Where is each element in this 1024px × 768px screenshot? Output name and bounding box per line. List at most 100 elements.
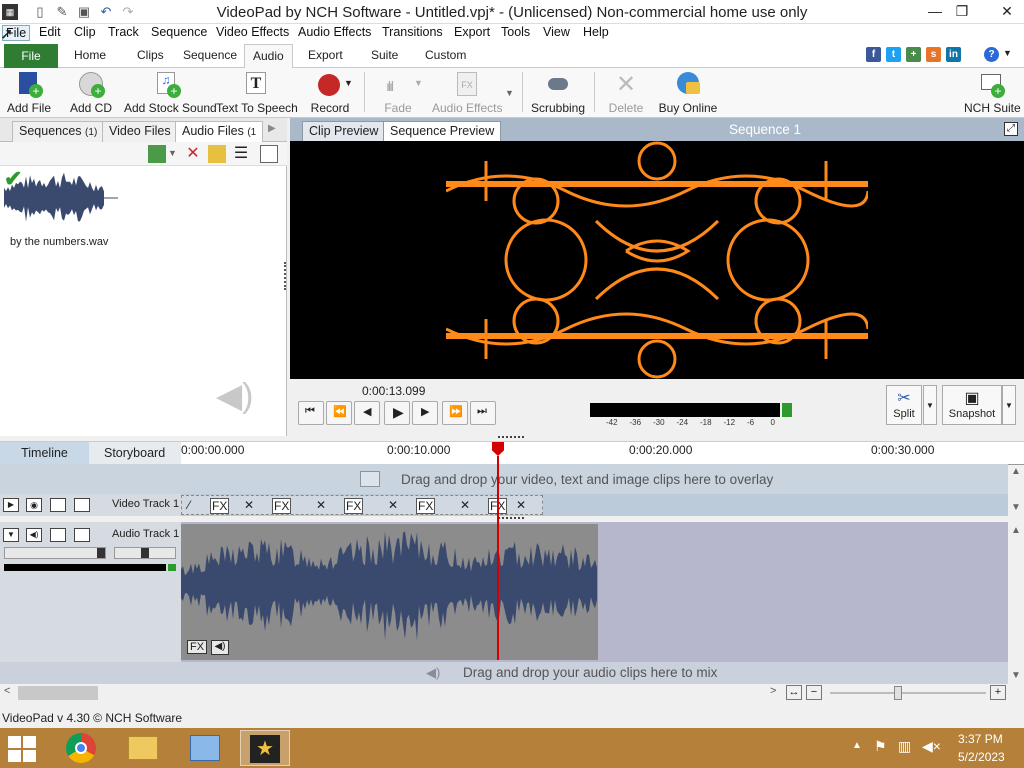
network-icon[interactable]: ▥ — [898, 738, 911, 755]
transition-icon[interactable]: ✕ — [388, 498, 398, 512]
track-splitter[interactable] — [498, 517, 524, 521]
tab-timeline[interactable]: Timeline — [0, 442, 89, 465]
fx-box[interactable]: FX — [416, 498, 436, 514]
import-icon[interactable] — [148, 145, 166, 163]
effects-icon[interactable] — [50, 528, 66, 542]
tab-sequence-preview[interactable]: Sequence Preview — [383, 121, 502, 141]
menu-sequence[interactable]: Sequence — [148, 25, 210, 39]
next-frame-button[interactable]: ⏩ — [442, 401, 468, 425]
clip-volume-icon[interactable]: ◀) — [211, 640, 229, 655]
add-file-button[interactable]: + Add File — [6, 70, 52, 115]
panel-splitter[interactable] — [284, 262, 288, 290]
volume-muted-icon[interactable]: ◀× — [922, 738, 941, 755]
import-dropdown-icon[interactable]: ▼ — [168, 148, 177, 158]
transition-icon[interactable]: ✕ — [244, 498, 254, 512]
menu-tools[interactable]: Tools — [498, 25, 533, 39]
zoom-out-icon[interactable]: − — [806, 685, 822, 700]
collapse-track-icon[interactable]: ▼ — [3, 528, 19, 542]
previous-frame-button[interactable]: ⏪ — [326, 401, 352, 425]
tab-audio-files[interactable]: Audio Files (1 — [175, 121, 264, 143]
clock-time[interactable]: 3:37 PM — [958, 732, 1003, 746]
new-folder-icon[interactable] — [208, 145, 226, 163]
audio-file-item[interactable]: ✔ by the numbers.wav — [4, 168, 124, 280]
tab-suite[interactable]: Suite — [371, 48, 398, 62]
help-dropdown-icon[interactable]: ▼ — [1003, 48, 1012, 58]
transition-icon[interactable]: ✕ — [516, 498, 526, 512]
menu-export[interactable]: Export — [451, 25, 493, 39]
fx-box[interactable]: FX — [344, 498, 364, 514]
volume-slider[interactable] — [4, 547, 106, 559]
videopad-taskbar-button[interactable]: ★ — [240, 730, 290, 766]
clip-fx-button[interactable]: FX — [187, 640, 208, 654]
fx-box[interactable]: FX — [210, 498, 230, 514]
google-plus-icon[interactable]: + — [906, 47, 921, 62]
menu-view[interactable]: View — [540, 25, 573, 39]
lock-icon[interactable] — [74, 528, 90, 542]
tab-export[interactable]: Export — [308, 48, 343, 62]
scroll-down-icon[interactable]: ▼ — [1011, 670, 1021, 681]
eye-icon[interactable]: ◉ — [26, 498, 42, 512]
text-to-speech-button[interactable]: T Text To Speech — [216, 70, 298, 115]
tab-clips[interactable]: Clips — [137, 48, 164, 62]
scroll-up-icon[interactable]: ▲ — [1011, 466, 1021, 477]
ribbon-file-tab[interactable]: File — [4, 44, 58, 68]
fade-button[interactable]: ılıl ▼ Fade — [376, 70, 423, 115]
pan-slider[interactable] — [114, 547, 176, 559]
file-explorer-taskbar-button[interactable] — [120, 730, 166, 766]
transition-icon[interactable]: ✕ — [316, 498, 326, 512]
tab-storyboard[interactable]: Storyboard — [92, 442, 177, 465]
scroll-down-icon[interactable]: ▼ — [1011, 502, 1021, 513]
overlay-track[interactable]: Drag and drop your video, text and image… — [0, 464, 1008, 494]
menu-help[interactable]: Help — [580, 25, 612, 39]
split-button[interactable]: ✂ Split — [886, 385, 922, 425]
action-center-icon[interactable]: ⚑ — [874, 738, 887, 755]
expand-track-icon[interactable]: ▶ — [3, 498, 19, 512]
audio-clip[interactable]: FX ◀) — [181, 524, 598, 660]
snapshot-button[interactable]: ▣ Snapshot — [942, 385, 1002, 425]
transition-icon[interactable]: ✕ — [460, 498, 470, 512]
timeline-ruler[interactable]: 0:00:00.000 0:00:10.000 0:00:20.000 0:00… — [181, 442, 1024, 465]
effects-icon[interactable] — [50, 498, 66, 512]
audio-effects-button[interactable]: FX Audio Effects — [432, 70, 503, 115]
pan-slider-thumb[interactable] — [141, 548, 149, 558]
buy-online-button[interactable]: Buy Online — [658, 70, 718, 115]
menu-audio-effects[interactable]: Audio Effects — [295, 25, 374, 39]
remove-icon[interactable]: ✕ — [184, 145, 202, 163]
step-back-button[interactable]: ◀ — [354, 401, 380, 425]
stumbleupon-icon[interactable]: s — [926, 47, 941, 62]
go-to-start-button[interactable]: ⏮ — [298, 401, 324, 425]
scroll-left-icon[interactable]: < — [4, 685, 10, 697]
step-forward-button[interactable]: ▶ — [412, 401, 438, 425]
zoom-in-icon[interactable]: + — [990, 685, 1006, 700]
menu-track[interactable]: Track — [105, 25, 142, 39]
zoom-slider-thumb[interactable] — [894, 686, 902, 700]
scrubbing-button[interactable]: Scrubbing — [530, 70, 586, 115]
nch-suite-button[interactable]: + NCH Suite — [964, 70, 1021, 115]
twitter-icon[interactable]: t — [886, 47, 901, 62]
menu-clip[interactable]: Clip — [71, 25, 99, 39]
tab-video-files[interactable]: Video Files — [102, 121, 178, 142]
volume-slider-thumb[interactable] — [97, 548, 105, 558]
lock-icon[interactable] — [74, 498, 90, 512]
help-icon[interactable]: ? — [984, 47, 999, 62]
scroll-right-icon[interactable]: > — [770, 685, 776, 697]
linkedin-icon[interactable]: in — [946, 47, 961, 62]
audio-effects-dropdown-icon[interactable]: ▼ — [505, 88, 514, 98]
tabs-scroll-right-icon[interactable]: ▶ — [268, 123, 276, 134]
go-to-end-button[interactable]: ⏭ — [470, 401, 496, 425]
add-cd-button[interactable]: + Add CD — [68, 70, 114, 115]
list-view-icon[interactable]: ☰ — [232, 145, 250, 163]
tab-sequences[interactable]: Sequences (1) — [12, 121, 105, 142]
mute-icon[interactable]: ◀) — [26, 528, 42, 542]
snapshot-dropdown-icon[interactable]: ▼ — [1002, 385, 1016, 425]
tab-sequence[interactable]: Sequence — [183, 48, 237, 62]
add-stock-sound-button[interactable]: ♫ + Add Stock Sound — [124, 70, 217, 115]
menu-transitions[interactable]: Transitions — [379, 25, 446, 39]
menu-edit[interactable]: Edit — [36, 25, 64, 39]
chrome-taskbar-button[interactable] — [58, 730, 104, 766]
fx-box[interactable]: FX — [272, 498, 292, 514]
timeline-splitter[interactable] — [498, 436, 524, 440]
start-button[interactable] — [8, 736, 38, 762]
scrollbar-thumb[interactable] — [18, 686, 98, 700]
zoom-slider[interactable] — [830, 692, 986, 694]
